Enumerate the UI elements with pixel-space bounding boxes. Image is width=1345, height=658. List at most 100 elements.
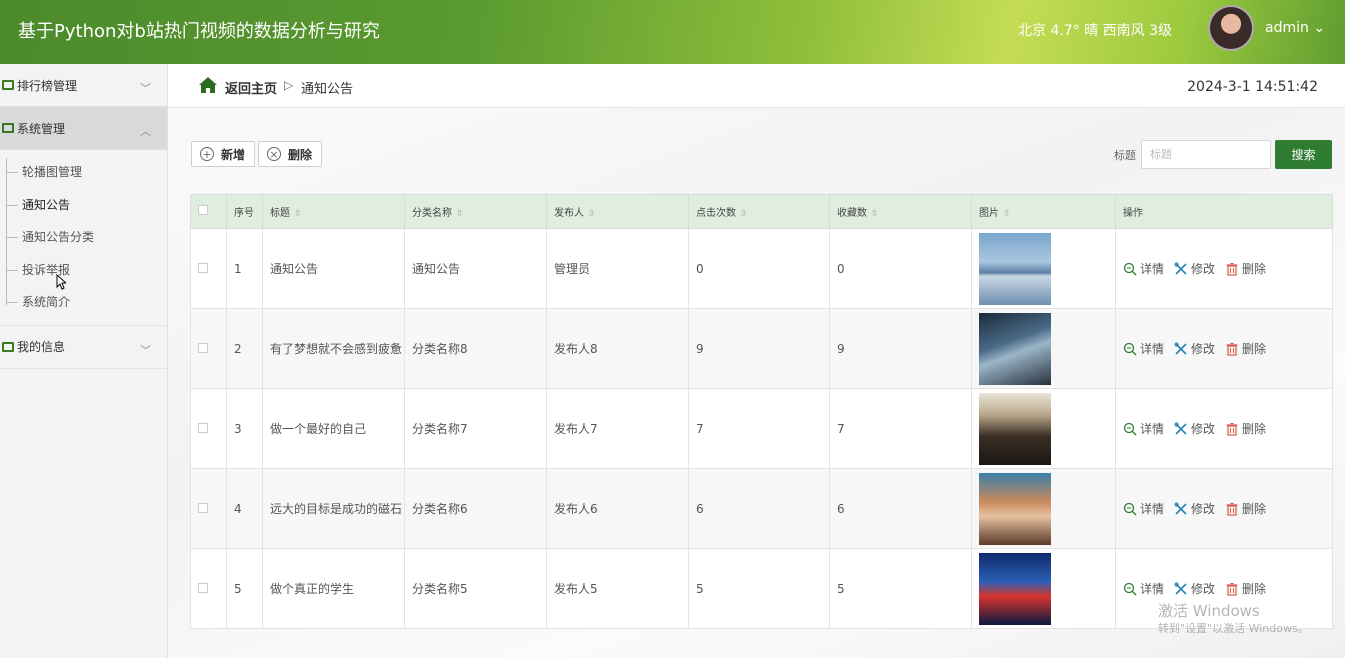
detail-button[interactable]: 详情 xyxy=(1123,340,1164,357)
sidebar-item-about[interactable]: 系统简介 xyxy=(0,286,167,319)
row-select-cell[interactable] xyxy=(190,388,227,469)
sidebar-group-myinfo[interactable]: 我的信息 ﹀ xyxy=(0,326,167,369)
row-title: 做一个最好的自己 xyxy=(262,388,405,469)
detail-button[interactable]: 详情 xyxy=(1123,580,1164,597)
detail-label: 详情 xyxy=(1140,502,1165,516)
column-header[interactable]: 图片 ⇳ xyxy=(971,194,1116,229)
row-image-cell xyxy=(971,388,1116,469)
detail-button[interactable]: 详情 xyxy=(1123,500,1164,517)
column-header[interactable]: 分类名称 ⇳ xyxy=(404,194,547,229)
row-select-cell[interactable] xyxy=(190,228,227,309)
row-delete-button[interactable]: 删除 xyxy=(1225,340,1266,357)
row-select-cell[interactable] xyxy=(190,308,227,389)
table-row[interactable]: 2 有了梦想就不会感到疲惫 分类名称8 发布人8 9 9 详情 修改 删除 xyxy=(190,308,1333,389)
avatar[interactable] xyxy=(1208,5,1254,51)
mouse-cursor-icon xyxy=(56,274,66,290)
row-checkbox[interactable] xyxy=(198,582,208,593)
delete-button[interactable]: × 删除 xyxy=(258,141,322,167)
edit-label: 修改 xyxy=(1191,342,1216,356)
column-label: 点击次数 xyxy=(696,208,736,219)
edit-button[interactable]: 修改 xyxy=(1174,420,1215,437)
delete-label: 删除 xyxy=(1242,502,1267,516)
detail-label: 详情 xyxy=(1140,262,1165,276)
column-header[interactable]: 发布人 ⇳ xyxy=(546,194,689,229)
column-header[interactable]: 标题 ⇳ xyxy=(262,194,405,229)
thumbnail-image[interactable] xyxy=(979,392,1051,465)
row-checkbox[interactable] xyxy=(198,262,208,273)
row-number: 4 xyxy=(226,468,263,549)
sort-icon[interactable]: ⇳ xyxy=(456,209,464,219)
table-row[interactable]: 4 远大的目标是成功的磁石 分类名称6 发布人6 6 6 详情 修改 删除 xyxy=(190,468,1333,549)
card-icon xyxy=(2,341,14,352)
windows-activation-hint: 转到"设置"以激活 Windows。 xyxy=(1158,622,1309,635)
home-icon[interactable] xyxy=(198,76,218,94)
breadcrumb-separator: ▷ xyxy=(284,78,294,92)
main-content: + 新增 × 删除 标题 搜索 序号 标题 ⇳ 分类名称 ⇳ 发布人 ⇳ 点击次数 ⇳ … xyxy=(168,108,1345,658)
sidebar-group-label: 系统管理 xyxy=(17,121,66,136)
sidebar-item-complaint[interactable]: 投诉举报 xyxy=(0,254,167,287)
table-row[interactable]: 3 做一个最好的自己 分类名称7 发布人7 7 7 详情 修改 删除 xyxy=(190,388,1333,469)
select-all-checkbox[interactable] xyxy=(198,205,208,215)
edit-button[interactable]: 修改 xyxy=(1174,340,1215,357)
row-favorites: 5 xyxy=(829,548,972,629)
detail-button[interactable]: 详情 xyxy=(1123,260,1164,277)
search-detail-icon xyxy=(1123,502,1137,515)
sidebar-group-system[interactable]: 系统管理 ︿ xyxy=(0,107,167,150)
sort-icon[interactable]: ⇳ xyxy=(588,209,596,219)
row-actions: 详情 修改 删除 xyxy=(1115,228,1333,309)
sidebar-item-notice[interactable]: 通知公告 xyxy=(0,189,167,222)
tools-icon xyxy=(1174,501,1187,515)
row-checkbox[interactable] xyxy=(198,502,208,513)
trash-icon xyxy=(1226,502,1238,516)
user-menu[interactable]: admin ⌄ xyxy=(1265,20,1325,36)
sidebar-item-carousel[interactable]: 轮播图管理 xyxy=(0,156,167,189)
notice-table: 序号 标题 ⇳ 分类名称 ⇳ 发布人 ⇳ 点击次数 ⇳ 收藏数 ⇳ 图片 ⇳ 操作 1 通知公… xyxy=(190,194,1333,629)
detail-button[interactable]: 详情 xyxy=(1123,420,1164,437)
select-all-cell[interactable] xyxy=(190,194,227,229)
chevron-down-icon: ﹀ xyxy=(140,343,151,357)
table-row[interactable]: 1 通知公告 通知公告 管理员 0 0 详情 修改 删除 xyxy=(190,228,1333,309)
edit-button[interactable]: 修改 xyxy=(1174,260,1215,277)
sidebar-group-ranking[interactable]: 排行榜管理 ﹀ xyxy=(0,64,167,107)
row-clicks: 9 xyxy=(688,308,830,389)
column-header: 操作 xyxy=(1115,194,1333,229)
detail-label: 详情 xyxy=(1140,422,1165,436)
thumbnail-image[interactable] xyxy=(979,552,1051,625)
thumbnail-image[interactable] xyxy=(979,312,1051,385)
add-button[interactable]: + 新增 xyxy=(191,141,255,167)
row-title: 做个真正的学生 xyxy=(262,548,405,629)
row-checkbox[interactable] xyxy=(198,342,208,353)
row-actions: 详情 修改 删除 xyxy=(1115,468,1333,549)
row-delete-button[interactable]: 删除 xyxy=(1225,420,1266,437)
row-checkbox[interactable] xyxy=(198,422,208,433)
column-header[interactable]: 点击次数 ⇳ xyxy=(688,194,830,229)
sort-icon[interactable]: ⇳ xyxy=(871,209,879,219)
breadcrumb-home[interactable]: 返回主页 xyxy=(225,78,277,97)
row-number: 2 xyxy=(226,308,263,389)
sort-icon[interactable]: ⇳ xyxy=(740,209,748,219)
edit-button[interactable]: 修改 xyxy=(1174,580,1215,597)
search-button[interactable]: 搜索 xyxy=(1275,140,1332,169)
column-label: 标题 xyxy=(270,208,290,219)
row-delete-button[interactable]: 删除 xyxy=(1225,260,1266,277)
thumbnail-image[interactable] xyxy=(979,472,1051,545)
sort-icon[interactable]: ⇳ xyxy=(1003,209,1011,219)
row-publisher: 发布人5 xyxy=(546,548,689,629)
edit-label: 修改 xyxy=(1191,422,1216,436)
row-title: 通知公告 xyxy=(262,228,405,309)
row-select-cell[interactable] xyxy=(190,468,227,549)
column-header[interactable]: 收藏数 ⇳ xyxy=(829,194,972,229)
sort-icon[interactable]: ⇳ xyxy=(294,209,302,219)
search-input[interactable] xyxy=(1141,140,1271,169)
sidebar: 排行榜管理 ﹀ 系统管理 ︿ 轮播图管理 通知公告 通知公告分类 投诉举报 系统… xyxy=(0,64,168,658)
row-favorites: 9 xyxy=(829,308,972,389)
edit-button[interactable]: 修改 xyxy=(1174,500,1215,517)
row-delete-button[interactable]: 删除 xyxy=(1225,580,1266,597)
row-publisher: 发布人7 xyxy=(546,388,689,469)
row-favorites: 0 xyxy=(829,228,972,309)
row-select-cell[interactable] xyxy=(190,548,227,629)
delete-label: 删除 xyxy=(1242,422,1267,436)
row-delete-button[interactable]: 删除 xyxy=(1225,500,1266,517)
thumbnail-image[interactable] xyxy=(979,232,1051,305)
sidebar-item-notice-category[interactable]: 通知公告分类 xyxy=(0,221,167,254)
